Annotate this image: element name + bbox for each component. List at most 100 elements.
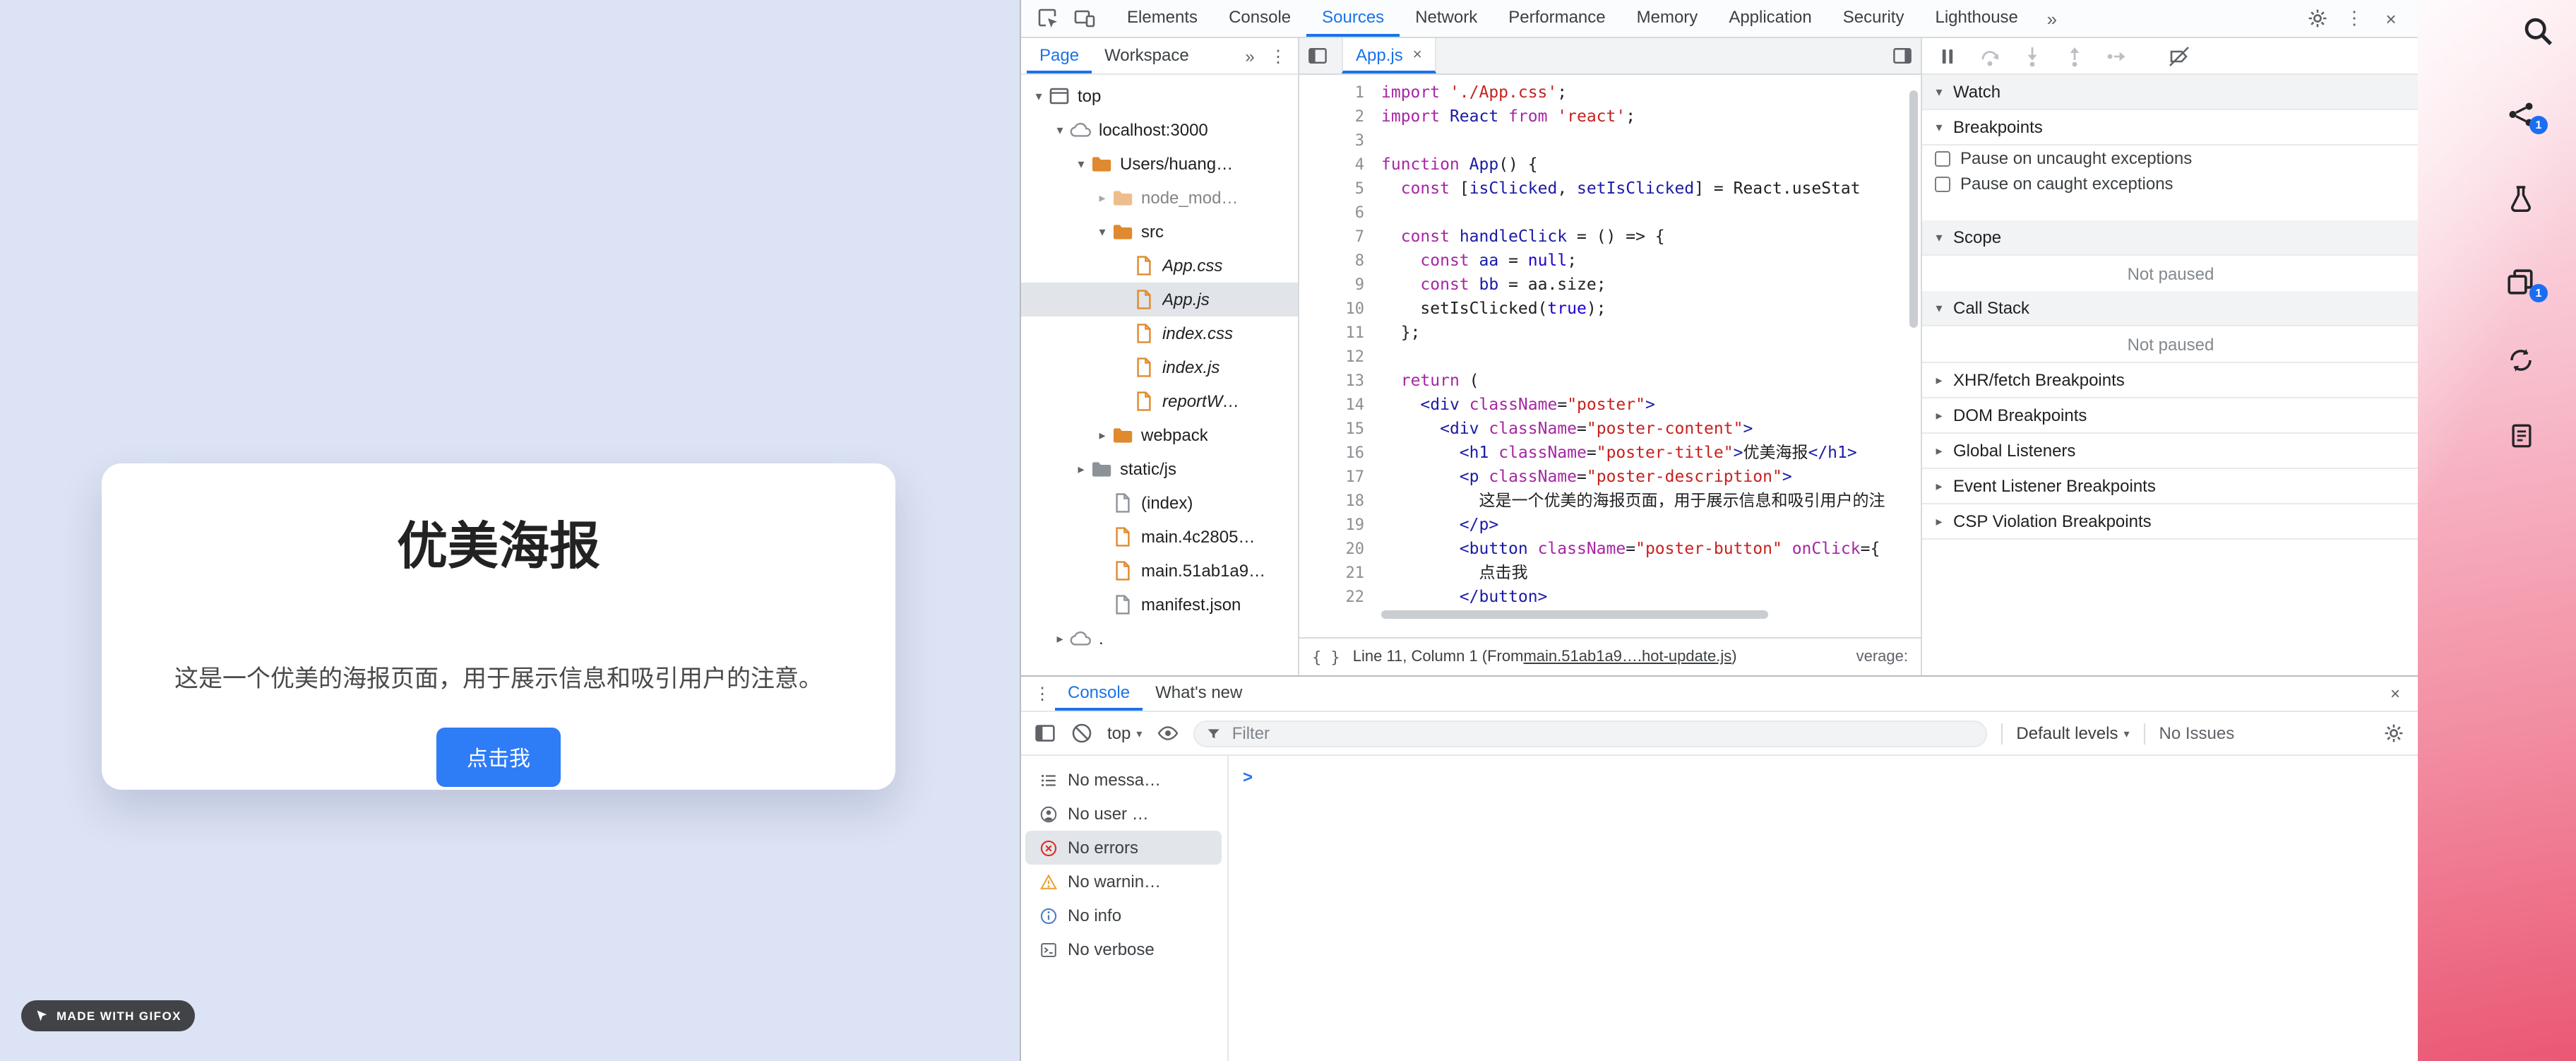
vertical-scrollbar-thumb[interactable] <box>1909 90 1918 328</box>
javascript-context-selector[interactable]: top ▾ <box>1107 723 1142 743</box>
menu-kebab-icon[interactable]: ⋮ <box>2336 0 2373 37</box>
console-filter-no-messa[interactable]: No messa… <box>1025 763 1222 797</box>
close-drawer-icon[interactable]: × <box>2381 677 2409 711</box>
line-number[interactable]: 17 <box>1299 465 1364 489</box>
tree-item-app-js[interactable]: App.js <box>1021 283 1298 316</box>
chevron-down-icon[interactable]: ▾ <box>1093 224 1111 239</box>
step-icon[interactable] <box>2106 45 2128 67</box>
navigator-tab-page[interactable]: Page <box>1027 38 1092 73</box>
checkbox[interactable] <box>1935 176 1950 191</box>
call-stack-section-header[interactable]: ▾ Call Stack <box>1922 291 2419 326</box>
poster-button[interactable]: 点击我 <box>436 728 561 787</box>
line-number[interactable]: 20 <box>1299 537 1364 561</box>
line-number[interactable]: 12 <box>1299 345 1364 369</box>
console-settings-icon[interactable] <box>2383 722 2405 745</box>
issues-counter[interactable]: No Issues <box>2159 723 2235 743</box>
tab-console[interactable]: Console <box>1213 0 1306 37</box>
line-number[interactable]: 7 <box>1299 225 1364 249</box>
inspect-element-icon[interactable] <box>1030 0 1066 37</box>
line-number[interactable]: 10 <box>1299 297 1364 321</box>
console-filter-no-info[interactable]: No info <box>1025 899 1222 932</box>
settings-gear-icon[interactable] <box>2299 0 2336 37</box>
drawer-tab-console[interactable]: Console <box>1055 677 1143 711</box>
tree-item-main-51ab1a9[interactable]: main.51ab1a9… <box>1021 554 1298 588</box>
close-devtools-icon[interactable]: × <box>2373 0 2409 37</box>
tree-item-reportw[interactable]: reportW… <box>1021 384 1298 418</box>
line-number[interactable]: 6 <box>1299 201 1364 225</box>
tree-item-users-huang[interactable]: ▾Users/huang… <box>1021 147 1298 181</box>
line-number[interactable]: 5 <box>1299 177 1364 201</box>
tab-memory[interactable]: Memory <box>1621 0 1714 37</box>
tree-item-app-css[interactable]: App.css <box>1021 249 1298 283</box>
tree-item-static-js[interactable]: ▸static/js <box>1021 452 1298 486</box>
tree-item-manifest-json[interactable]: manifest.json <box>1021 588 1298 622</box>
coverage-link[interactable]: verage: <box>1856 648 1908 665</box>
navigator-more-tabs-icon[interactable]: » <box>1236 38 1264 73</box>
line-number[interactable]: 19 <box>1299 513 1364 537</box>
toggle-navigator-icon[interactable] <box>1299 38 1336 73</box>
sync-icon[interactable] <box>2507 346 2535 374</box>
pretty-print-icon[interactable]: { } <box>1312 648 1340 666</box>
line-number[interactable]: 4 <box>1299 153 1364 177</box>
console-filter-input[interactable] <box>1229 722 1974 745</box>
console-filter-no-user[interactable]: No user … <box>1025 797 1222 831</box>
tree-item-localhost-3000[interactable]: ▾localhost:3000 <box>1021 113 1298 147</box>
console-prompt[interactable]: > <box>1229 756 2418 787</box>
tab-application[interactable]: Application <box>1713 0 1827 37</box>
console-filter-no-errors[interactable]: No errors <box>1025 831 1222 865</box>
tree-item-index-css[interactable]: index.css <box>1021 316 1298 350</box>
line-number[interactable]: 14 <box>1299 393 1364 417</box>
tree-item-index[interactable]: (index) <box>1021 486 1298 520</box>
console-sidebar-toggle-icon[interactable] <box>1034 722 1056 745</box>
drawer-tab-what-s-new[interactable]: What's new <box>1143 677 1255 711</box>
chevron-right-icon[interactable]: ▸ <box>1093 427 1111 443</box>
report-icon[interactable] <box>2508 422 2535 449</box>
tree-item-top[interactable]: ▾top <box>1021 79 1298 113</box>
line-number[interactable]: 3 <box>1299 129 1364 153</box>
line-number[interactable]: 2 <box>1299 105 1364 129</box>
tab-lighthouse[interactable]: Lighthouse <box>1919 0 2033 37</box>
chevron-right-icon[interactable]: ▸ <box>1093 190 1111 206</box>
close-tab-icon[interactable]: × <box>1413 46 1422 63</box>
step-over-icon[interactable] <box>1979 45 2001 67</box>
drawer-kebab-icon[interactable]: ⋮ <box>1030 677 1055 711</box>
clear-console-icon[interactable] <box>1071 722 1093 745</box>
tree-item-item[interactable]: ▸. <box>1021 622 1298 656</box>
live-expression-icon[interactable] <box>1156 722 1179 745</box>
section-xhr-fetch-breakpoints[interactable]: ▸XHR/fetch Breakpoints <box>1922 363 2419 398</box>
breakpoints-section-header[interactable]: ▾ Breakpoints <box>1922 110 2419 146</box>
deactivate-breakpoints-icon[interactable] <box>2168 45 2190 67</box>
line-number[interactable]: 13 <box>1299 369 1364 393</box>
chevron-down-icon[interactable]: ▾ <box>1030 88 1048 104</box>
device-toolbar-icon[interactable] <box>1066 0 1103 37</box>
gifox-badge[interactable]: MADE WITH GIFOX <box>21 1000 196 1031</box>
source-map-link[interactable]: main.51ab1a9….hot-update.js <box>1523 648 1731 665</box>
chevron-right-icon[interactable]: ▸ <box>1051 631 1069 646</box>
tree-item-main-4c2805[interactable]: main.4c2805… <box>1021 520 1298 554</box>
line-number[interactable]: 18 <box>1299 489 1364 513</box>
console-filter-no-warnin[interactable]: No warnin… <box>1025 865 1222 899</box>
search-icon[interactable] <box>2522 16 2553 47</box>
line-number[interactable]: 1 <box>1299 81 1364 105</box>
pause-script-icon[interactable] <box>1936 45 1959 67</box>
tab-network[interactable]: Network <box>1400 0 1493 37</box>
line-number-gutter[interactable]: 12345678910111213141516171819202122 <box>1299 81 1364 609</box>
line-number[interactable]: 22 <box>1299 585 1364 609</box>
more-tabs-icon[interactable]: » <box>2034 0 2070 37</box>
line-number[interactable]: 11 <box>1299 321 1364 345</box>
checkbox[interactable] <box>1935 150 1950 166</box>
console-filter-no-verbose[interactable]: No verbose <box>1025 932 1222 966</box>
scope-section-header[interactable]: ▾ Scope <box>1922 220 2419 256</box>
navigator-tab-workspace[interactable]: Workspace <box>1092 38 1202 73</box>
breakpoint-option-pause-on-uncaught-exceptions[interactable]: Pause on uncaught exceptions <box>1922 146 2419 171</box>
chevron-right-icon[interactable]: ▸ <box>1072 461 1090 477</box>
tab-security[interactable]: Security <box>1827 0 1920 37</box>
flask-icon[interactable] <box>2507 184 2535 212</box>
tree-item-index-js[interactable]: index.js <box>1021 350 1298 384</box>
line-number[interactable]: 15 <box>1299 417 1364 441</box>
watch-section-header[interactable]: ▾ Watch <box>1922 75 2419 110</box>
step-out-icon[interactable] <box>2063 45 2086 67</box>
section-dom-breakpoints[interactable]: ▸DOM Breakpoints <box>1922 398 2419 434</box>
tree-item-webpack[interactable]: ▸webpack <box>1021 418 1298 452</box>
section-event-listener-breakpoints[interactable]: ▸Event Listener Breakpoints <box>1922 469 2419 504</box>
